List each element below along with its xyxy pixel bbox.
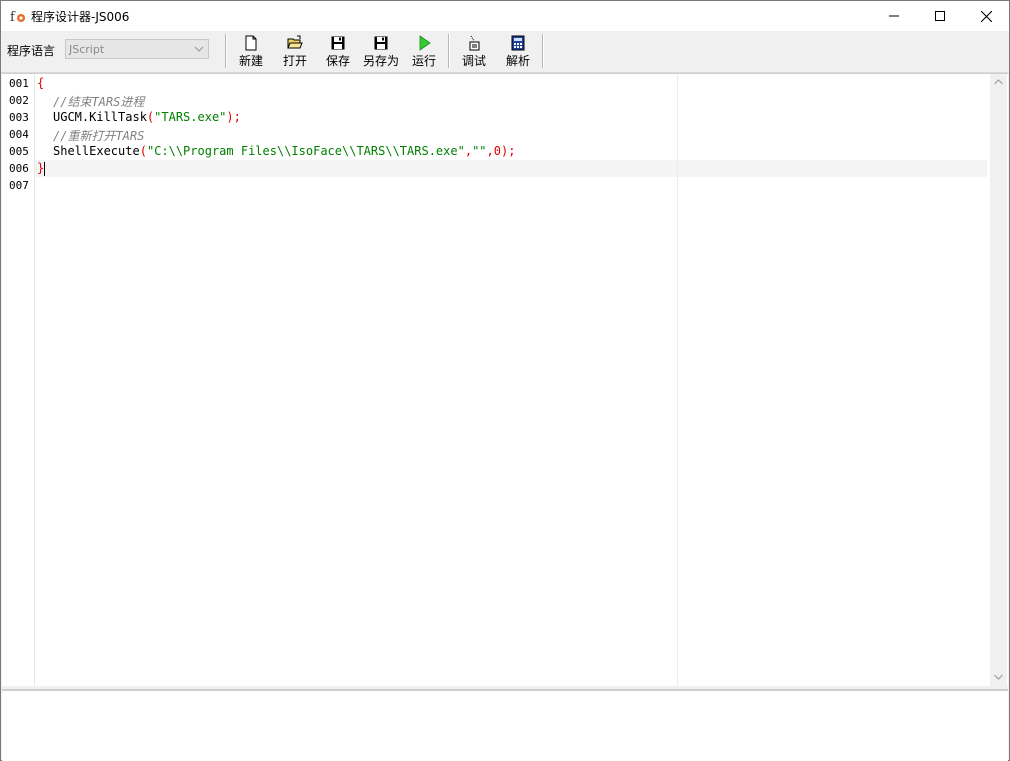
code-token: , — [486, 144, 494, 158]
line-number: 001 — [9, 77, 29, 90]
maximize-button[interactable] — [917, 1, 963, 31]
code-token: } — [37, 161, 45, 175]
code-editor[interactable]: 001 002 003 004 005 006 007 { //结束TARS进程… — [2, 73, 1008, 686]
code-token: , — [464, 144, 473, 158]
save-as-icon — [374, 36, 388, 50]
close-icon — [980, 10, 992, 22]
language-select[interactable]: JScript — [65, 39, 209, 59]
run-play-icon — [419, 35, 431, 51]
debug-icon — [469, 35, 480, 51]
line-number: 003 — [9, 111, 29, 124]
minimize-icon — [889, 15, 899, 17]
run-button[interactable]: 运行 — [408, 33, 440, 69]
code-token: ( — [139, 144, 147, 158]
language-select-value: JScript — [69, 43, 105, 56]
code-line: //结束TARS进程 — [53, 93, 144, 110]
code-string: "TARS.exe" — [154, 110, 227, 124]
minimize-button[interactable] — [871, 1, 917, 31]
window-title: 程序设计器-JS006 — [31, 10, 130, 24]
open-folder-icon — [287, 35, 303, 49]
parse-button-label: 解析 — [505, 54, 530, 68]
language-label: 程序语言 — [7, 44, 56, 58]
code-comment: //结束TARS进程 — [53, 95, 145, 109]
title-bar: f 程序设计器-JS006 — [1, 1, 1009, 31]
parse-calculator-icon — [511, 35, 525, 51]
code-token: ); — [226, 110, 241, 124]
run-button-label: 运行 — [411, 54, 436, 68]
code-string: "C:\\Program Files\\IsoFace\\TARS\\TARS.… — [146, 144, 465, 158]
edge-column-guide — [677, 74, 678, 686]
toolbar: 程序语言 JScript 新建 打开 保存 另存为 运行 调试 解析 — [1, 31, 1009, 73]
new-button[interactable]: 新建 — [235, 33, 267, 69]
code-token: { — [37, 76, 45, 90]
line-number: 004 — [9, 128, 29, 141]
code-line: UGCM.KillTask("TARS.exe"); — [53, 110, 241, 124]
line-number: 006 — [9, 162, 29, 175]
chevron-down-icon — [194, 46, 204, 52]
open-button[interactable]: 打开 — [279, 33, 311, 69]
scroll-up-arrow-icon[interactable] — [994, 79, 1003, 85]
code-number: 0 — [493, 144, 501, 158]
code-comment: //重新打开TARS — [53, 129, 145, 143]
app-icon: f — [9, 7, 27, 25]
toolbar-separator — [542, 34, 544, 68]
output-panel[interactable] — [2, 689, 1008, 761]
code-line: ShellExecute("C:\\Program Files\\IsoFace… — [53, 144, 515, 158]
line-number: 007 — [9, 179, 29, 192]
code-token: ShellExecute — [53, 144, 140, 158]
line-number: 002 — [9, 94, 29, 107]
new-file-icon — [245, 35, 257, 51]
save-as-button-label: 另存为 — [362, 54, 399, 68]
new-button-label: 新建 — [238, 54, 263, 68]
code-token: UGCM.KillTask — [53, 110, 147, 124]
save-button-label: 保存 — [325, 54, 350, 68]
line-number: 005 — [9, 145, 29, 158]
code-string: "" — [472, 144, 487, 158]
scroll-down-arrow-icon[interactable] — [994, 674, 1003, 680]
code-line: //重新打开TARS — [53, 127, 144, 144]
open-button-label: 打开 — [282, 54, 307, 68]
code-token: ); — [500, 144, 516, 158]
toolbar-separator — [448, 34, 450, 68]
maximize-icon — [935, 11, 945, 21]
debug-button[interactable]: 调试 — [458, 33, 490, 69]
code-line: } — [37, 161, 46, 176]
current-line-highlight — [35, 160, 987, 177]
parse-button[interactable]: 解析 — [502, 33, 534, 69]
save-as-button[interactable]: 另存为 — [361, 33, 401, 69]
close-button[interactable] — [963, 1, 1009, 31]
code-line: { — [37, 76, 44, 90]
toolbar-separator — [225, 34, 227, 68]
svg-text:f: f — [10, 10, 16, 25]
program-designer-window: f 程序设计器-JS006 程序语言 JScript 新建 打开 保存 另存为 … — [0, 0, 1010, 761]
floppy-disk-icon — [331, 36, 345, 50]
save-button[interactable]: 保存 — [322, 33, 354, 69]
line-number-gutter: 001 002 003 004 005 006 007 — [2, 74, 35, 686]
vertical-scrollbar[interactable] — [990, 74, 1007, 686]
text-caret — [44, 161, 46, 176]
debug-button-label: 调试 — [461, 54, 486, 68]
